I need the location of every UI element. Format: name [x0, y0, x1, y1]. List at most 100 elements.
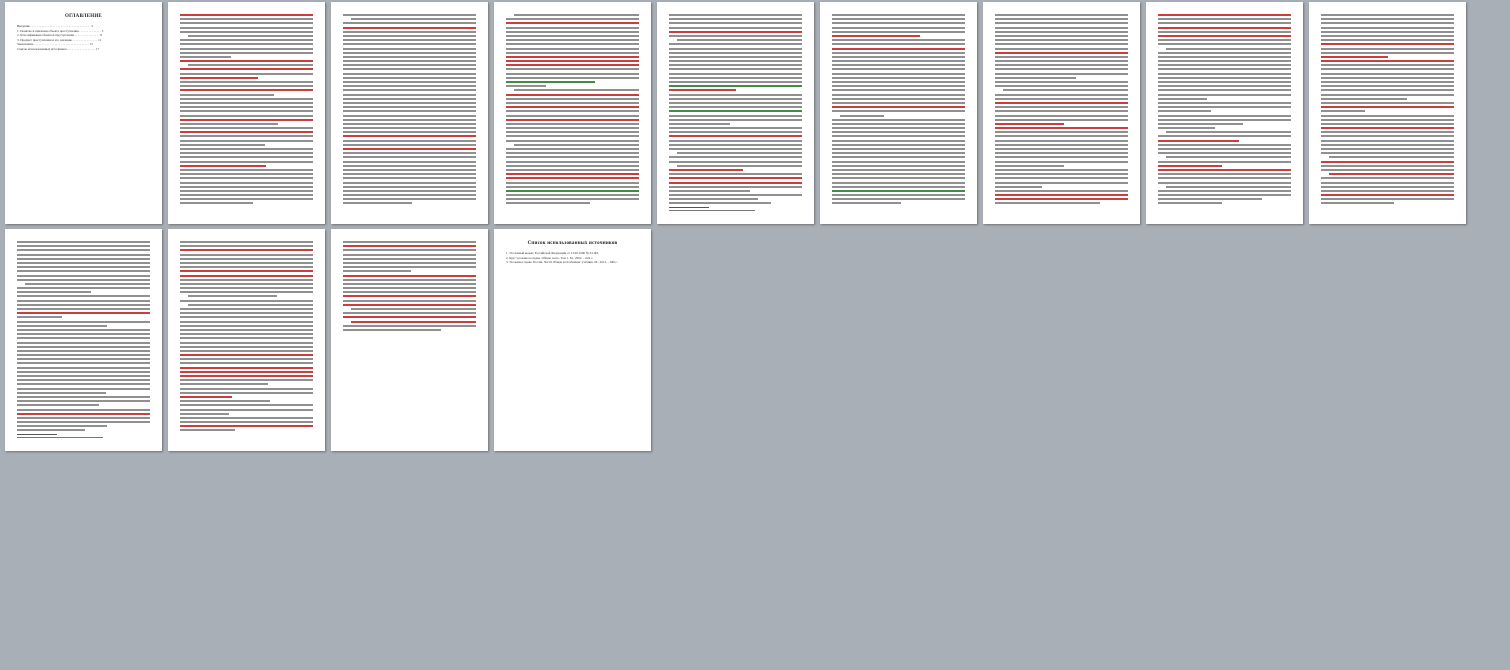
- text-line: [343, 177, 476, 180]
- text-line: [1158, 164, 1222, 167]
- text-line: [180, 333, 313, 336]
- text-line: [17, 253, 150, 256]
- text-line: [506, 85, 546, 88]
- text-line: [180, 68, 313, 71]
- text-line: [1158, 26, 1291, 29]
- text-line: [180, 22, 313, 25]
- text-line: [180, 328, 313, 331]
- text-line: [1158, 64, 1291, 67]
- text-line: [180, 173, 313, 176]
- text-line: [832, 30, 965, 33]
- text-line: [1158, 189, 1291, 192]
- text-line: [187, 295, 278, 298]
- text-line: [995, 198, 1128, 201]
- text-line: [995, 181, 1128, 184]
- text-line: [180, 408, 313, 411]
- text-line: [832, 164, 965, 167]
- document-page: [5, 229, 162, 451]
- text-line: [343, 89, 476, 92]
- text-line: [17, 395, 150, 398]
- text-line: [180, 341, 313, 344]
- text-line: [1321, 181, 1454, 184]
- text-line: [180, 81, 313, 83]
- text-line: [832, 68, 965, 71]
- text-line: [180, 51, 313, 54]
- text-line: [180, 287, 313, 290]
- text-line: [1158, 51, 1291, 54]
- text-line: [995, 60, 1128, 63]
- text-line: [1158, 143, 1291, 146]
- text-line: [343, 261, 476, 264]
- text-line: [506, 189, 639, 192]
- text-line: [832, 81, 965, 83]
- text-line: [506, 118, 639, 121]
- text-line: [180, 421, 313, 424]
- document-page: [494, 2, 651, 224]
- text-line: [180, 185, 313, 188]
- text-line: [669, 189, 751, 192]
- text-line: [1158, 34, 1291, 37]
- text-line: [832, 22, 965, 25]
- document-page: [820, 2, 977, 224]
- text-line: [17, 303, 150, 306]
- text-line: [1158, 177, 1291, 180]
- text-line: [995, 114, 1128, 117]
- text-line: [180, 152, 313, 155]
- text-line: [832, 173, 965, 176]
- text-line: [180, 60, 313, 63]
- text-line: [995, 18, 1128, 21]
- text-line: [1321, 22, 1454, 25]
- text-line: [180, 72, 313, 75]
- text-line: [350, 308, 476, 310]
- text-line: [1321, 26, 1454, 29]
- text-line: [343, 122, 476, 125]
- text-line: [343, 43, 476, 46]
- text-line: [1321, 143, 1454, 146]
- text-line: [506, 76, 639, 79]
- text-line: [506, 181, 639, 184]
- text-line: [1321, 64, 1454, 67]
- text-line: [995, 143, 1128, 146]
- text-line: [1158, 93, 1291, 96]
- text-line: [343, 168, 476, 171]
- text-line: [17, 408, 150, 411]
- text-line: [17, 341, 150, 344]
- toc-entry[interactable]: Список использованных источников . . . .…: [17, 47, 150, 52]
- text-line: [1158, 76, 1291, 79]
- text-line: [180, 412, 230, 415]
- text-line: [180, 349, 313, 352]
- text-line: [180, 362, 313, 365]
- text-line: [180, 76, 259, 79]
- text-line: [832, 139, 965, 142]
- text-line: [350, 18, 476, 21]
- text-line: [506, 135, 639, 138]
- text-line: [17, 270, 150, 273]
- text-line: [832, 135, 965, 138]
- text-line: [180, 135, 313, 138]
- text-line: [180, 312, 313, 315]
- text-line: [180, 168, 313, 171]
- text-line: [180, 122, 279, 125]
- text-line: [832, 76, 965, 79]
- text-line: [180, 55, 231, 58]
- text-line: [1321, 106, 1454, 109]
- text-line: [17, 249, 150, 252]
- text-line: [669, 93, 802, 96]
- text-line: [506, 173, 639, 176]
- text-line: [1158, 97, 1208, 100]
- text-line: [1158, 89, 1291, 92]
- text-line: [1328, 173, 1454, 176]
- text-line: [995, 30, 1128, 33]
- text-line: [832, 101, 965, 104]
- text-line: [180, 320, 313, 323]
- text-line: [832, 26, 965, 29]
- text-line: [669, 81, 802, 83]
- text-line: [343, 81, 476, 83]
- text-line: [669, 72, 802, 75]
- text-line: [343, 287, 476, 290]
- text-line: [1158, 160, 1291, 163]
- text-line: [180, 181, 313, 184]
- text-line: [1321, 194, 1454, 197]
- text-line: [669, 118, 802, 121]
- text-line: [180, 127, 313, 130]
